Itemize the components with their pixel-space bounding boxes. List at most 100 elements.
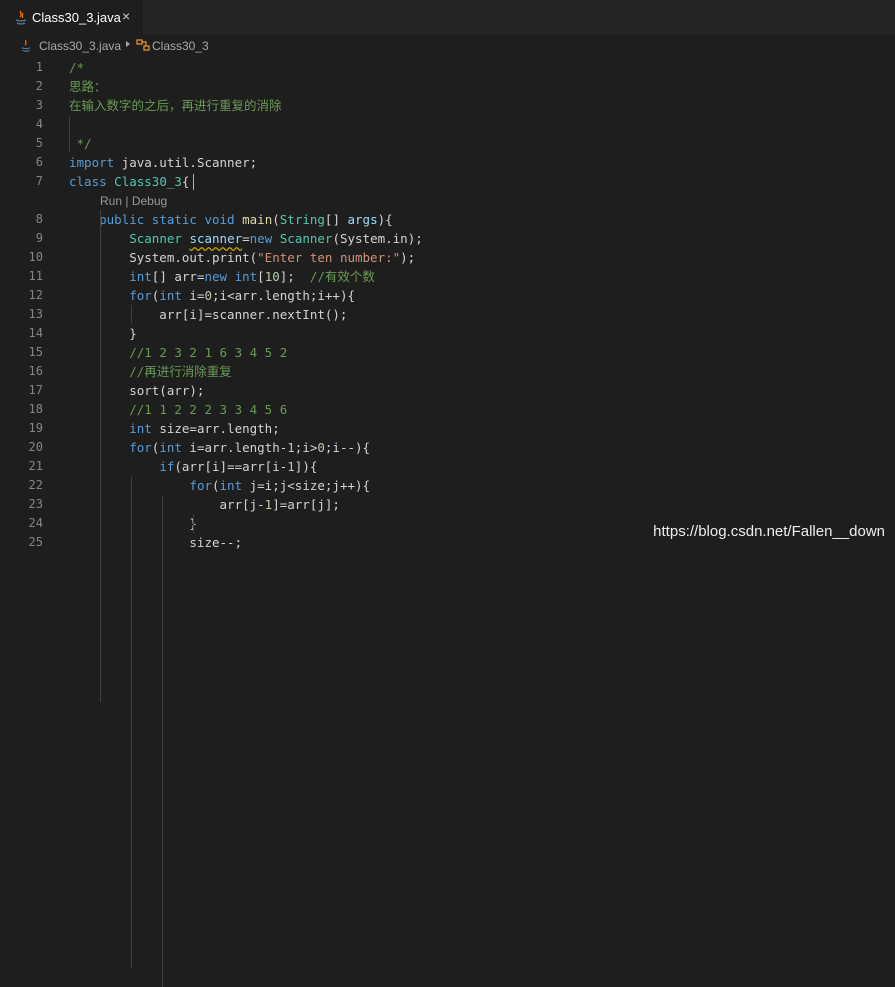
code-token: (arr[i]==arr[i- bbox=[174, 459, 288, 474]
code-token: ]){ bbox=[294, 459, 318, 474]
indent-guide bbox=[162, 495, 163, 987]
code-token: int bbox=[129, 421, 152, 436]
code-token: int bbox=[219, 478, 243, 493]
code-line[interactable]: 16 //再进行消除重复 bbox=[0, 362, 895, 381]
code-text: for(int i=0;i<arr.length;i++){ bbox=[69, 286, 355, 305]
code-token: } bbox=[69, 516, 197, 531]
code-line[interactable]: 12 for(int i=0;i<arr.length;i++){ bbox=[0, 286, 895, 305]
code-line[interactable]: 14 } bbox=[0, 324, 895, 343]
code-line[interactable]: 4 bbox=[0, 115, 895, 134]
code-text: for(int i=arr.length-1;i>0;i--){ bbox=[69, 438, 370, 457]
code-text: public static void main(String[] args){ bbox=[69, 210, 393, 229]
code-token: */ bbox=[69, 136, 92, 151]
code-token: //有效个数 bbox=[309, 269, 375, 284]
code-token: 在输入数字的之后，再进行重复的消除 bbox=[69, 98, 282, 113]
code-line[interactable]: 17 sort(arr); bbox=[0, 381, 895, 400]
code-token: new bbox=[249, 231, 273, 246]
code-line[interactable]: 20 for(int i=arr.length-1;i>0;i--){ bbox=[0, 438, 895, 457]
line-number: 18 bbox=[28, 402, 43, 416]
code-line[interactable]: 7 class Class30_3{ bbox=[0, 172, 895, 191]
close-icon[interactable]: × bbox=[122, 8, 130, 24]
code-token: "Enter ten number:" bbox=[257, 250, 401, 265]
tab-class30-3-java[interactable]: Class30_3.java × bbox=[0, 0, 143, 35]
code-text: if(arr[i]==arr[i-1]){ bbox=[69, 457, 317, 476]
breadcrumb-symbol[interactable]: Class30_3 bbox=[152, 39, 209, 53]
code-token: { bbox=[181, 174, 190, 189]
breadcrumb-file[interactable]: Class30_3.java bbox=[39, 39, 121, 53]
line-number: 24 bbox=[28, 516, 43, 530]
line-number: 6 bbox=[35, 155, 43, 169]
code-line[interactable]: 22 for(int j=i;j<size;j++){ bbox=[0, 476, 895, 495]
code-token: [] arr= bbox=[151, 269, 205, 284]
code-token: new bbox=[204, 269, 228, 284]
breadcrumb: Class30_3.java Class30_3 bbox=[0, 35, 895, 57]
code-text: class Class30_3{ bbox=[69, 172, 189, 191]
chevron-right-icon bbox=[126, 41, 130, 47]
code-line[interactable]: 8 public static void main(String[] args)… bbox=[0, 210, 895, 229]
code-token: for bbox=[129, 440, 152, 455]
code-editor[interactable]: Run | Debug 1 /* 2 思路： 3 在输入数字的之后，再进行重复的消除 4 5… bbox=[0, 57, 895, 987]
codelens: Run | Debug bbox=[100, 192, 167, 211]
code-token: System.out.print( bbox=[69, 250, 258, 265]
code-line[interactable]: 5 */ bbox=[0, 134, 895, 153]
debug-link[interactable]: Debug bbox=[132, 194, 167, 208]
line-number: 9 bbox=[35, 231, 43, 245]
code-line[interactable]: 6 import java.util.Scanner; bbox=[0, 153, 895, 172]
code-token: Class30_3 bbox=[114, 174, 182, 189]
line-number: 13 bbox=[28, 307, 43, 321]
code-text: } bbox=[69, 514, 197, 533]
run-link[interactable]: Run bbox=[100, 194, 122, 208]
code-line[interactable]: 2 思路： bbox=[0, 77, 895, 96]
line-number: 14 bbox=[28, 326, 43, 340]
code-line[interactable]: 3 在输入数字的之后，再进行重复的消除 bbox=[0, 96, 895, 115]
code-token: 1 bbox=[287, 440, 295, 455]
text-cursor bbox=[193, 174, 194, 190]
code-text bbox=[69, 115, 77, 134]
line-number: 22 bbox=[28, 478, 43, 492]
code-line[interactable]: 13 arr[i]=scanner.nextInt(); bbox=[0, 305, 895, 324]
code-token: int bbox=[129, 269, 152, 284]
indent-guide bbox=[100, 210, 101, 702]
code-line[interactable]: 1 /* bbox=[0, 58, 895, 77]
code-token: String bbox=[279, 212, 325, 227]
code-line[interactable]: 19 int size=arr.length; bbox=[0, 419, 895, 438]
line-number: 17 bbox=[28, 383, 43, 397]
code-line[interactable]: 11 int[] arr=new int[10]; //有效个数 bbox=[0, 267, 895, 286]
code-token: static bbox=[151, 212, 197, 227]
code-line[interactable]: 21 if(arr[i]==arr[i-1]){ bbox=[0, 457, 895, 476]
code-token: ;i<arr.length;i++){ bbox=[212, 288, 356, 303]
code-token: main bbox=[242, 212, 273, 227]
line-number: 5 bbox=[35, 136, 43, 150]
code-token: } bbox=[69, 326, 137, 341]
code-line[interactable]: 10 System.out.print("Enter ten number:")… bbox=[0, 248, 895, 267]
line-number: 2 bbox=[35, 79, 43, 93]
code-line[interactable]: 15 //1 2 3 2 1 6 3 4 5 2 bbox=[0, 343, 895, 362]
code-line[interactable]: 9 Scanner scanner=new Scanner(System.in)… bbox=[0, 229, 895, 248]
tab-title: Class30_3.java bbox=[32, 10, 121, 25]
line-number: 1 bbox=[35, 60, 43, 74]
code-text: for(int j=i;j<size;j++){ bbox=[69, 476, 370, 495]
code-text: 思路： bbox=[69, 77, 107, 96]
line-number: 16 bbox=[28, 364, 43, 378]
code-token: //再进行消除重复 bbox=[129, 364, 232, 379]
code-text: //再进行消除重复 bbox=[69, 362, 232, 381]
code-token: 思路： bbox=[69, 79, 107, 94]
code-token: public bbox=[99, 212, 145, 227]
code-token: for bbox=[189, 478, 212, 493]
code-token: [] bbox=[324, 212, 348, 227]
code-token: size--; bbox=[69, 535, 243, 550]
code-line[interactable]: 18 //1 1 2 2 2 3 3 4 5 6 bbox=[0, 400, 895, 419]
code-token: ;i> bbox=[294, 440, 318, 455]
code-line[interactable]: 23 arr[j-1]=arr[j]; bbox=[0, 495, 895, 514]
line-number: 19 bbox=[28, 421, 43, 435]
class-symbol-icon bbox=[136, 39, 150, 55]
indent-guide bbox=[69, 117, 70, 153]
code-token: //1 1 2 2 2 3 3 4 5 6 bbox=[129, 402, 288, 417]
code-token: Scanner bbox=[279, 231, 333, 246]
